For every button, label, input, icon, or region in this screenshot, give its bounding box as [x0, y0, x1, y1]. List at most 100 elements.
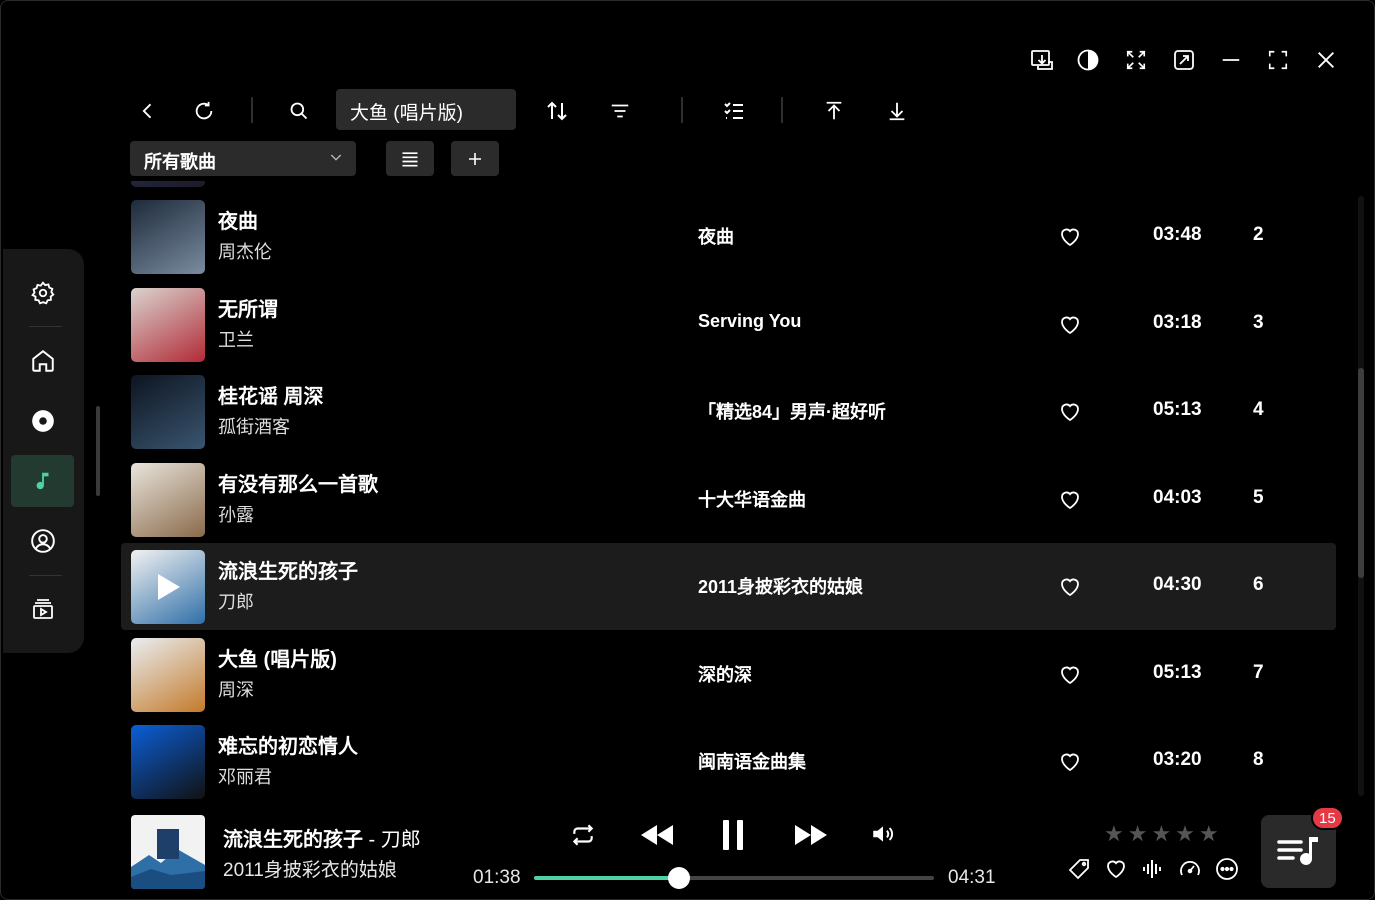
- table-row[interactable]: 无所谓 卫兰 Serving You 03:18 3: [121, 281, 1336, 368]
- song-index: 8: [1253, 749, 1264, 770]
- song-artist[interactable]: 孙露: [218, 501, 254, 527]
- song-album[interactable]: 「精选84」男声·超好听: [698, 398, 886, 424]
- speed-icon[interactable]: [1176, 855, 1204, 883]
- song-album[interactable]: Serving You: [698, 311, 801, 332]
- album-cover[interactable]: [131, 725, 205, 799]
- song-album[interactable]: 闽南语金曲集: [698, 748, 806, 774]
- sidebar-item-home[interactable]: [11, 335, 74, 387]
- sidebar-item-songs[interactable]: [11, 455, 74, 507]
- album-cover: [131, 181, 205, 187]
- song-artist[interactable]: 周深: [218, 676, 254, 702]
- scroll-top-icon[interactable]: [818, 95, 850, 127]
- table-row[interactable]: 有没有那么一首歌 孙露 十大华语金曲 04:03 5: [121, 456, 1336, 543]
- repeat-icon[interactable]: [567, 819, 599, 851]
- now-playing-cover[interactable]: [131, 815, 205, 889]
- theme-contrast-icon[interactable]: [1073, 45, 1103, 75]
- sidebar-item-albums[interactable]: [11, 395, 74, 447]
- pause-icon[interactable]: [715, 815, 751, 855]
- song-list: 夜曲 周杰伦 夜曲 03:48 2 无所谓 卫兰 Serving You 03:18 3 桂花谣 周…: [121, 181, 1341, 799]
- now-playing-title[interactable]: 流浪生死的孩子 - 刀郎: [223, 823, 421, 852]
- album-cover[interactable]: [131, 375, 205, 449]
- add-button[interactable]: [451, 141, 499, 176]
- minimize-icon[interactable]: [1216, 45, 1246, 75]
- scroll-bottom-icon[interactable]: [881, 95, 913, 127]
- album-cover[interactable]: [131, 462, 205, 537]
- play-icon[interactable]: [131, 550, 205, 624]
- sidebar: [3, 249, 84, 653]
- song-album[interactable]: 深的深: [698, 661, 752, 687]
- heart-icon[interactable]: [1058, 225, 1082, 254]
- song-title: 大鱼 (唱片版): [218, 648, 337, 671]
- mini-mode-icon[interactable]: [1121, 45, 1151, 75]
- song-album[interactable]: 夜曲: [698, 223, 734, 249]
- album-cover[interactable]: [131, 287, 205, 362]
- elapsed-time: 01:38: [473, 867, 521, 888]
- disc-icon: [31, 410, 54, 432]
- music-note-icon: [36, 472, 48, 490]
- refresh-icon[interactable]: [188, 95, 220, 127]
- next-icon[interactable]: [791, 817, 831, 853]
- heart-icon[interactable]: [1058, 663, 1082, 692]
- settings-icon: [30, 281, 55, 305]
- sort-icon[interactable]: [541, 95, 573, 127]
- list-scrollbar-thumb[interactable]: [1358, 368, 1364, 578]
- progress-handle[interactable]: [667, 867, 690, 889]
- search-input[interactable]: 大鱼 (唱片版): [336, 89, 516, 130]
- now-playing-artist[interactable]: 刀郎: [381, 829, 421, 851]
- song-filter-dropdown[interactable]: 所有歌曲: [130, 141, 356, 176]
- heart-icon[interactable]: [1058, 750, 1082, 779]
- song-artist[interactable]: 孤街酒客: [218, 413, 290, 439]
- rating-stars[interactable]: ★★★★★: [1104, 821, 1223, 847]
- filter-icon[interactable]: [604, 95, 636, 127]
- song-album[interactable]: 十大华语金曲: [698, 486, 806, 512]
- heart-icon[interactable]: [1058, 575, 1082, 604]
- song-index: 7: [1253, 661, 1264, 683]
- heart-icon[interactable]: [1058, 313, 1082, 342]
- sidebar-item-settings[interactable]: [11, 267, 74, 319]
- pop-out-icon[interactable]: [1169, 45, 1199, 75]
- heart-icon[interactable]: [1058, 488, 1082, 517]
- now-playing-song: 流浪生死的孩子: [223, 829, 363, 851]
- close-icon[interactable]: [1311, 45, 1341, 75]
- album-cover[interactable]: [131, 550, 205, 624]
- queue-icon: [1276, 836, 1318, 865]
- more-icon[interactable]: [1213, 855, 1241, 883]
- song-artist[interactable]: 邓丽君: [218, 763, 272, 789]
- sidebar-item-artists[interactable]: [11, 515, 74, 567]
- table-row[interactable]: 大鱼 (唱片版) 周深 深的深 05:13 7: [121, 631, 1336, 718]
- tag-icon[interactable]: [1065, 855, 1093, 883]
- maximize-icon[interactable]: [1263, 45, 1293, 75]
- table-row[interactable]: 夜曲 周杰伦 夜曲 03:48 2: [121, 193, 1336, 280]
- table-row[interactable]: 难忘的初恋情人 邓丽君 闽南语金曲集 03:20 8: [121, 718, 1336, 799]
- download-icon[interactable]: [1027, 45, 1057, 75]
- sidebar-item-playlists[interactable]: [11, 583, 74, 635]
- previous-icon[interactable]: [637, 817, 677, 853]
- queue-count-badge: 15: [1311, 806, 1344, 830]
- song-artist[interactable]: 卫兰: [218, 326, 254, 352]
- volume-icon[interactable]: [867, 818, 899, 850]
- list-view-button[interactable]: [386, 141, 434, 176]
- progress-bar[interactable]: [534, 867, 934, 889]
- album-cover[interactable]: [131, 200, 205, 274]
- chevron-down-icon: [328, 149, 344, 170]
- table-row[interactable]: 流浪生死的孩子 刀郎 2011身披彩衣的姑娘 04:30 6: [121, 543, 1336, 630]
- song-duration: 05:13: [1153, 399, 1202, 420]
- song-index: 4: [1253, 399, 1264, 420]
- now-playing-album[interactable]: 2011身披彩衣的姑娘: [223, 855, 397, 882]
- multi-select-icon[interactable]: [718, 95, 750, 127]
- heart-icon[interactable]: [1102, 855, 1130, 883]
- sidebar-scrollbar[interactable]: [96, 406, 100, 496]
- song-index: 3: [1253, 311, 1264, 333]
- table-row[interactable]: [121, 181, 1336, 193]
- song-artist[interactable]: 刀郎: [218, 588, 254, 614]
- playlist-icon: [32, 599, 53, 619]
- song-album[interactable]: 2011身披彩衣的姑娘: [698, 573, 863, 599]
- search-icon[interactable]: [283, 95, 315, 127]
- song-artist[interactable]: 周杰伦: [218, 238, 272, 264]
- sidebar-divider: [29, 326, 62, 327]
- back-icon[interactable]: [132, 95, 164, 127]
- heart-icon[interactable]: [1058, 400, 1082, 429]
- equalizer-icon[interactable]: [1139, 855, 1167, 883]
- album-cover[interactable]: [131, 637, 205, 712]
- table-row[interactable]: 桂花谣 周深 孤街酒客 「精选84」男声·超好听 05:13 4: [121, 368, 1336, 455]
